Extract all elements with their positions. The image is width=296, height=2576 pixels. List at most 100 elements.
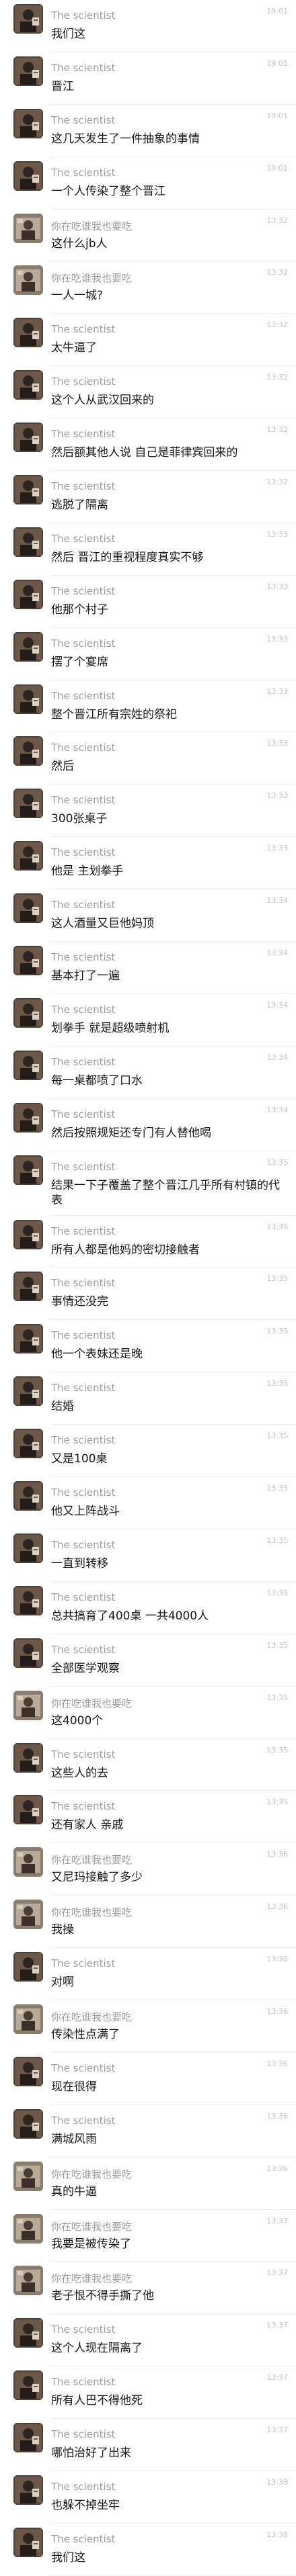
chat-message-23[interactable]: The scientist 13:35 所有人都是他妈的密切接触者 — [0, 1216, 296, 1268]
scientist-avatar[interactable] — [13, 1376, 43, 1407]
chat-message-11[interactable]: The scientist 13:33 他那个村子 — [0, 576, 296, 628]
chat-message-15[interactable]: The scientist 13:33 300张桌子 — [0, 785, 296, 838]
chat-message-19[interactable]: The scientist 13:34 划拳手 就是超级喷射机 — [0, 994, 296, 1047]
chat-message-45[interactable]: The scientist 13:37 所有人巴不得他死 — [0, 2366, 296, 2419]
chat-message-44[interactable]: The scientist 13:37 这个人现在隔离了 — [0, 2314, 296, 2367]
scientist-avatar[interactable] — [13, 2056, 43, 2086]
chat-message-27[interactable]: The scientist 13:35 又是100桌 — [0, 1425, 296, 1478]
scientist-avatar[interactable] — [13, 1219, 43, 1249]
scientist-avatar[interactable] — [13, 1585, 43, 1615]
chat-message-29[interactable]: The scientist 13:35 一直到转移 — [0, 1529, 296, 1582]
user-avatar[interactable] — [13, 2266, 43, 2296]
scientist-avatar[interactable] — [13, 1272, 43, 1302]
scientist-avatar[interactable] — [13, 423, 43, 453]
chat-message-22[interactable]: The scientist 13:35 结果一下子覆盖了整个晋江几乎所有村镇的代… — [0, 1151, 296, 1216]
scientist-avatar[interactable] — [13, 161, 43, 191]
chat-message-32[interactable]: 你在吃谁我也要吃 13:35 这4000个 — [0, 1687, 296, 1739]
chat-message-8[interactable]: The scientist 13:32 然后额其他人说 自己是菲律宾回来的 — [0, 418, 296, 472]
user-avatar[interactable] — [13, 213, 43, 243]
scientist-avatar[interactable] — [13, 1481, 43, 1511]
chat-message-37[interactable]: The scientist 13:36 对啊 — [0, 1948, 296, 2000]
scientist-avatar[interactable] — [13, 1795, 43, 1825]
chat-message-34[interactable]: The scientist 13:35 还有家人 亲戚 — [0, 1791, 296, 1844]
scientist-avatar[interactable] — [13, 2423, 43, 2453]
message-time: 13:36 — [266, 2111, 288, 2121]
scientist-avatar[interactable] — [13, 2108, 43, 2139]
user-avatar[interactable] — [13, 2161, 43, 2191]
chat-message-30[interactable]: The scientist 13:35 总共搞育了400桌 一共4000人 — [0, 1582, 296, 1634]
chat-message-41[interactable]: 你在吃谁我也要吃 13:36 真的牛逼 — [0, 2158, 296, 2210]
chat-message-33[interactable]: The scientist 13:35 这些人的去 — [0, 1739, 296, 1791]
scientist-avatar[interactable] — [13, 1638, 43, 1668]
scientist-avatar[interactable] — [13, 4, 43, 34]
scientist-avatar[interactable] — [13, 736, 43, 766]
scientist-avatar[interactable] — [13, 1050, 43, 1080]
chat-message-3[interactable]: The scientist 19:01 一个人传染了整个晋江 — [0, 157, 296, 210]
chat-message-24[interactable]: The scientist 13:35 事情还没完 — [0, 1268, 296, 1321]
scientist-avatar[interactable] — [13, 56, 43, 86]
chat-message-36[interactable]: 你在吃谁我也要吃 13:36 我操 — [0, 1896, 296, 1949]
scientist-avatar[interactable] — [13, 579, 43, 609]
scientist-avatar[interactable] — [13, 1952, 43, 1982]
chat-message-9[interactable]: The scientist 13:32 逃脱了隔离 — [0, 471, 296, 523]
user-avatar[interactable] — [13, 1690, 43, 1720]
chat-message-16[interactable]: The scientist 13:33 他是 主划拳手 — [0, 837, 296, 890]
chat-message-10[interactable]: The scientist 13:33 然后 晋江的重视程度真实不够 — [0, 523, 296, 576]
scientist-avatar[interactable] — [13, 893, 43, 924]
user-avatar[interactable] — [13, 1900, 43, 1930]
chat-message-0[interactable]: The scientist 19:01 我们这 — [0, 0, 296, 52]
scientist-avatar[interactable] — [13, 2370, 43, 2401]
user-avatar[interactable] — [13, 1847, 43, 1877]
scientist-avatar[interactable] — [13, 2318, 43, 2348]
chat-message-35[interactable]: 你在吃谁我也要吃 13:36 又尼玛接触了多少 — [0, 1843, 296, 1896]
chat-message-12[interactable]: The scientist 13:33 摆了个宴席 — [0, 628, 296, 680]
chat-message-28[interactable]: The scientist 13:35 他又上阵战斗 — [0, 1477, 296, 1529]
scientist-avatar[interactable] — [13, 1102, 43, 1132]
scientist-avatar[interactable] — [13, 1324, 43, 1354]
chat-message-38[interactable]: 你在吃谁我也要吃 13:36 传染性点满了 — [0, 2000, 296, 2053]
scientist-avatar[interactable] — [13, 1429, 43, 1459]
chat-message-26[interactable]: The scientist 13:35 结婚 — [0, 1372, 296, 1425]
chat-message-42[interactable]: 你在吃谁我也要吃 13:37 我要是被传染了 — [0, 2210, 296, 2262]
chat-message-20[interactable]: The scientist 13:34 每一桌都喷了口水 — [0, 1047, 296, 1099]
chat-message-6[interactable]: The scientist 13:32 太牛逼了 — [0, 314, 296, 367]
chat-message-4[interactable]: 你在吃谁我也要吃 13:32 这什么jb人 — [0, 210, 296, 262]
user-avatar[interactable] — [13, 2213, 43, 2244]
chat-message-17[interactable]: The scientist 13:34 这人酒量又巨他妈顶 — [0, 889, 296, 942]
scientist-avatar[interactable] — [13, 475, 43, 505]
scientist-avatar[interactable] — [13, 789, 43, 819]
chat-message-31[interactable]: The scientist 13:35 全部医学观察 — [0, 1634, 296, 1687]
scientist-avatar[interactable] — [13, 631, 43, 662]
chat-message-18[interactable]: The scientist 13:34 基本打了一遍 — [0, 942, 296, 994]
scientist-avatar[interactable] — [13, 527, 43, 557]
chat-message-14[interactable]: The scientist 13:33 然后 — [0, 732, 296, 785]
user-avatar[interactable] — [13, 2004, 43, 2034]
chat-message-7[interactable]: The scientist 13:32 这个人从武汉回来的 — [0, 366, 296, 419]
scientist-avatar[interactable] — [13, 370, 43, 400]
scientist-avatar[interactable] — [13, 1533, 43, 1563]
scientist-avatar[interactable] — [13, 841, 43, 871]
scientist-avatar[interactable] — [13, 1155, 43, 1185]
chat-message-39[interactable]: The scientist 13:36 现在很得 — [0, 2053, 296, 2105]
scientist-avatar[interactable] — [13, 1742, 43, 1773]
scientist-avatar[interactable] — [13, 997, 43, 1028]
sender-name: The scientist — [51, 846, 116, 859]
chat-message-2[interactable]: The scientist 19:01 这几天发生了一件抽象的事情 — [0, 105, 296, 157]
chat-message-25[interactable]: The scientist 13:35 他一个表妹还是晚 — [0, 1320, 296, 1373]
scientist-avatar[interactable] — [13, 2475, 43, 2505]
scientist-avatar[interactable] — [13, 2527, 43, 2557]
chat-message-1[interactable]: The scientist 19:01 晋江 — [0, 52, 296, 105]
chat-message-48[interactable]: The scientist 13:38 我们这 — [0, 2524, 296, 2576]
chat-message-5[interactable]: 你在吃谁我也要吃 13:32 一人一城? — [0, 261, 296, 314]
user-avatar[interactable] — [13, 265, 43, 296]
scientist-avatar[interactable] — [13, 108, 43, 138]
chat-message-47[interactable]: The scientist 13:38 也躲不掉坐牢 — [0, 2471, 296, 2524]
scientist-avatar[interactable] — [13, 684, 43, 714]
scientist-avatar[interactable] — [13, 318, 43, 348]
scientist-avatar[interactable] — [13, 946, 43, 976]
chat-message-46[interactable]: The scientist 13:37 哪怕治好了出来 — [0, 2419, 296, 2471]
chat-message-43[interactable]: 你在吃谁我也要吃 13:37 老子恨不得手撕了他 — [0, 2262, 296, 2315]
chat-message-13[interactable]: The scientist 13:33 整个晋江所有宗姓的祭祀 — [0, 680, 296, 733]
chat-message-40[interactable]: The scientist 13:36 满城风雨 — [0, 2105, 296, 2158]
chat-message-21[interactable]: The scientist 13:34 然后按照规矩还专门有人替他喝 — [0, 1099, 296, 1151]
